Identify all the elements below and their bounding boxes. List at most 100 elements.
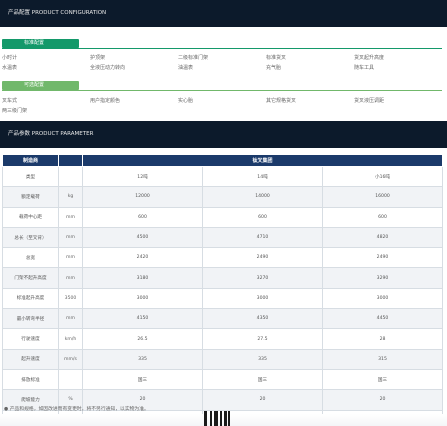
cell-value: 3270 — [202, 267, 323, 289]
row-label: 最小转弯半径 — [2, 308, 59, 330]
row-label: 载荷中心距 — [2, 206, 59, 228]
cell-value: 20 — [202, 389, 323, 411]
cell-value: 600 — [202, 206, 323, 228]
cell-value: 4820 — [321, 226, 444, 249]
list-item: 实心胎 — [178, 98, 194, 104]
column-header — [58, 154, 83, 167]
row-label: 行驶速度 — [2, 328, 59, 350]
product-configuration-header: 产品配置 PRODUCT CONFIGURATION — [0, 0, 447, 27]
table-row: 排放标准 国三 国三 国三 — [2, 368, 444, 391]
list-item: 两三级门架 — [2, 108, 28, 114]
cell-value: 315 — [321, 348, 444, 370]
row-unit: km/h — [58, 328, 83, 350]
cell-value: 335 — [82, 348, 203, 370]
cell-value: 14000 — [202, 186, 323, 208]
row-label: 总长（至叉背） — [2, 226, 59, 249]
list-item: 货叉液压调距 — [354, 98, 385, 104]
table-row: 总宽 mm 2420 2490 2490 — [2, 247, 444, 269]
row-label: 总宽 — [2, 247, 59, 269]
list-item: 油温表 — [178, 65, 194, 71]
row-unit: mm — [58, 206, 83, 228]
column-header: 制造商 — [2, 154, 59, 167]
cell-value: 2490 — [202, 247, 323, 269]
table-row: 起升速度 mm/s 335 335 315 — [2, 348, 444, 370]
cell-value: 14吨 — [202, 165, 323, 188]
cell-value: 国三 — [82, 368, 203, 391]
cell-value: 12000 — [82, 186, 203, 208]
cell-value: 4150 — [82, 308, 203, 330]
list-item: 叉车式 — [2, 98, 18, 104]
list-item: 货叉起升高度 — [354, 55, 385, 61]
cell-value: 3000 — [82, 287, 203, 310]
row-label: 类型 — [2, 165, 59, 188]
tab-label: 标准配置 — [24, 40, 45, 46]
table-row: 载荷中心距 mm 600 600 600 — [2, 206, 444, 228]
cell-value: 3290 — [321, 267, 444, 289]
table-row: 行驶速度 km/h 26.5 27.5 28 — [2, 328, 444, 350]
cell-value: 20 — [321, 389, 444, 411]
table-row: 最小转弯半径 mm 4150 4350 4450 — [2, 308, 444, 330]
row-unit — [58, 165, 83, 188]
cell-value: 2490 — [321, 247, 444, 269]
list-item: 小时计 — [2, 55, 18, 61]
cell-value: 2420 — [82, 247, 203, 269]
list-item: 其它规格货叉 — [266, 98, 297, 104]
list-item: 用户指定颜色 — [90, 98, 121, 104]
row-unit: mm — [58, 267, 83, 289]
row-unit: 3500 — [58, 287, 83, 310]
table-row: 标准起升高度 3500 3000 3000 3000 — [2, 287, 444, 310]
row-unit: mm/s — [58, 348, 83, 370]
cell-value: 小16吨 — [321, 165, 444, 188]
product-parameter-header: 产品参数 PRODUCT PARAMETER — [0, 121, 447, 148]
list-item: 全液压动力转向 — [90, 65, 126, 71]
tab-label: 可选配置 — [24, 82, 45, 88]
standard-config-list: 小时计 护顶架 二级标准门架 标准货叉 货叉起升高度 水温表 全液压动力转向 油… — [2, 54, 442, 71]
column-header: 钛叉集团 — [81, 154, 444, 167]
cell-value: 4710 — [202, 226, 323, 249]
row-label: 标准起升高度 — [2, 287, 59, 310]
cell-value: 国三 — [202, 368, 323, 391]
cell-value: 600 — [82, 206, 203, 228]
cell-value: 3000 — [202, 287, 323, 310]
list-item: 水温表 — [2, 65, 18, 71]
row-unit — [58, 368, 83, 391]
cell-value: 12吨 — [82, 165, 203, 188]
tab-optional-config[interactable]: 可选配置 — [2, 81, 79, 90]
row-label: 起升速度 — [2, 348, 59, 370]
row-unit: kg — [58, 186, 83, 208]
row-label: 门架不起升高度 — [2, 267, 59, 289]
cell-value: 28 — [321, 328, 444, 350]
cell-value: 27.5 — [202, 328, 323, 350]
optional-config-list: 叉车式 用户指定颜色 实心胎 其它规格货叉 货叉液压调距 两三级门架 — [2, 97, 442, 114]
row-label: 额定载荷 — [2, 186, 59, 208]
cell-value: 600 — [321, 206, 444, 228]
cell-value: 3000 — [321, 287, 444, 310]
table-header-row: 制造商 钛叉集团 — [2, 154, 444, 167]
footnote: ● 产品和规格，如因改进而有变更时，将不另行通知，以实物为准。 — [4, 407, 149, 412]
list-item: 护顶架 — [90, 55, 106, 61]
section-title: 产品配置 PRODUCT CONFIGURATION — [8, 10, 107, 16]
section-title: 产品参数 PRODUCT PARAMETER — [8, 131, 94, 137]
cell-value: 4450 — [321, 308, 444, 330]
tab-standard-config[interactable]: 标准配置 — [2, 39, 79, 48]
row-label: 排放标准 — [2, 368, 59, 391]
divider — [2, 90, 442, 91]
list-item: 充气胎 — [266, 65, 282, 71]
row-unit: mm — [58, 308, 83, 330]
row-unit: mm — [58, 247, 83, 269]
cell-value: 26.5 — [82, 328, 203, 350]
cell-value: 国三 — [321, 368, 444, 391]
table-row: 额定载荷 kg 12000 14000 16000 — [2, 186, 444, 208]
barcode-graphic — [204, 411, 230, 426]
cell-value: 16000 — [321, 186, 444, 208]
list-item: 二级标准门架 — [178, 55, 209, 61]
table-row: 总长（至叉背） mm 4500 4710 4820 — [2, 226, 444, 249]
list-item: 随车工具 — [354, 65, 375, 71]
cell-value: 4500 — [82, 226, 203, 249]
table-row: 门架不起升高度 mm 3180 3270 3290 — [2, 267, 444, 289]
parameter-table: 制造商 钛叉集团 类型 12吨 14吨 小16吨 额定载荷 kg 12000 14000 160… — [2, 154, 444, 426]
table-row: 类型 12吨 14吨 小16吨 — [2, 165, 444, 188]
divider — [2, 48, 442, 49]
row-unit: mm — [58, 226, 83, 249]
cell-value: 4350 — [202, 308, 323, 330]
